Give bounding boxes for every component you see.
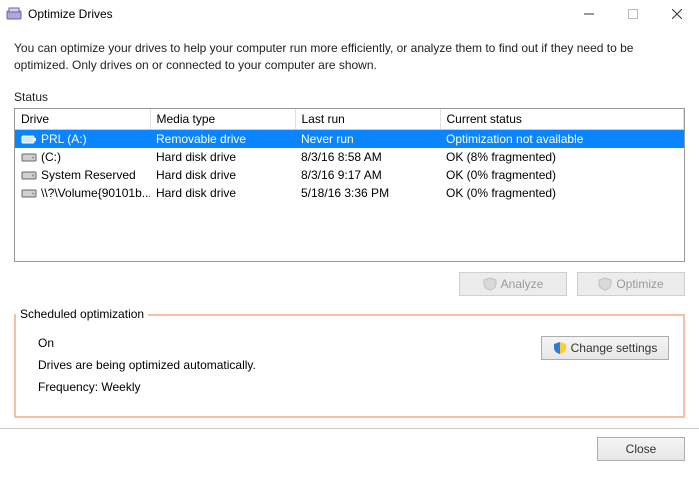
close-button[interactable] — [655, 0, 699, 28]
current-status: OK (0% fragmented) — [440, 166, 684, 184]
schedule-state: On — [38, 336, 541, 350]
intro-text: You can optimize your drives to help you… — [14, 40, 685, 74]
col-media[interactable]: Media type — [150, 109, 295, 130]
change-settings-button[interactable]: Change settings — [541, 336, 669, 360]
table-row[interactable]: PRL (A:) Removable driveNever runOptimiza… — [15, 129, 684, 148]
current-status: Optimization not available — [440, 129, 684, 148]
window-title: Optimize Drives — [28, 7, 567, 21]
last-run: Never run — [295, 129, 440, 148]
drive-icon — [21, 169, 37, 181]
current-status: OK (0% fragmented) — [440, 184, 684, 202]
current-status: OK (8% fragmented) — [440, 148, 684, 166]
optimize-button: Optimize — [577, 272, 685, 296]
status-label: Status — [14, 90, 685, 104]
scheduled-optimization-group: Scheduled optimization On Drives are bei… — [14, 314, 685, 418]
schedule-desc: Drives are being optimized automatically… — [38, 358, 541, 372]
last-run: 8/3/16 9:17 AM — [295, 166, 440, 184]
window-controls — [567, 0, 699, 28]
table-header-row: Drive Media type Last run Current status — [15, 109, 684, 130]
shield-icon — [598, 277, 612, 291]
table-row[interactable]: System Reserved Hard disk drive8/3/16 9:1… — [15, 166, 684, 184]
optimize-label: Optimize — [616, 277, 663, 291]
col-drive[interactable]: Drive — [15, 109, 150, 130]
last-run: 5/18/16 3:36 PM — [295, 184, 440, 202]
media-type: Hard disk drive — [150, 166, 295, 184]
col-lastrun[interactable]: Last run — [295, 109, 440, 130]
drive-name: \\?\Volume{90101b... — [41, 186, 150, 200]
schedule-freq: Frequency: Weekly — [38, 380, 541, 394]
analyze-button: Analyze — [459, 272, 567, 296]
shield-icon — [483, 277, 497, 291]
titlebar: Optimize Drives — [0, 0, 699, 28]
minimize-button[interactable] — [567, 0, 611, 28]
drive-name: System Reserved — [41, 168, 136, 182]
schedule-legend: Scheduled optimization — [16, 307, 148, 321]
maximize-button[interactable] — [611, 0, 655, 28]
col-current[interactable]: Current status — [440, 109, 684, 130]
app-icon — [6, 6, 22, 22]
last-run: 8/3/16 8:58 AM — [295, 148, 440, 166]
bottom-bar: Close — [0, 428, 699, 469]
drive-name: (C:) — [41, 150, 61, 164]
media-type: Removable drive — [150, 129, 295, 148]
media-type: Hard disk drive — [150, 148, 295, 166]
close-dialog-button[interactable]: Close — [597, 437, 685, 461]
drive-icon — [21, 151, 37, 163]
media-type: Hard disk drive — [150, 184, 295, 202]
table-row[interactable]: \\?\Volume{90101b...Hard disk drive5/18/… — [15, 184, 684, 202]
drive-icon — [21, 187, 37, 199]
drive-name: PRL (A:) — [41, 132, 87, 146]
change-settings-label: Change settings — [571, 341, 658, 355]
drives-table-container: Drive Media type Last run Current status… — [14, 108, 685, 262]
drives-table[interactable]: Drive Media type Last run Current status… — [15, 109, 684, 202]
close-label: Close — [626, 442, 657, 456]
drive-icon — [21, 133, 37, 145]
table-row[interactable]: (C:) Hard disk drive8/3/16 8:58 AMOK (8% … — [15, 148, 684, 166]
analyze-label: Analyze — [501, 277, 544, 291]
shield-icon — [553, 341, 567, 355]
